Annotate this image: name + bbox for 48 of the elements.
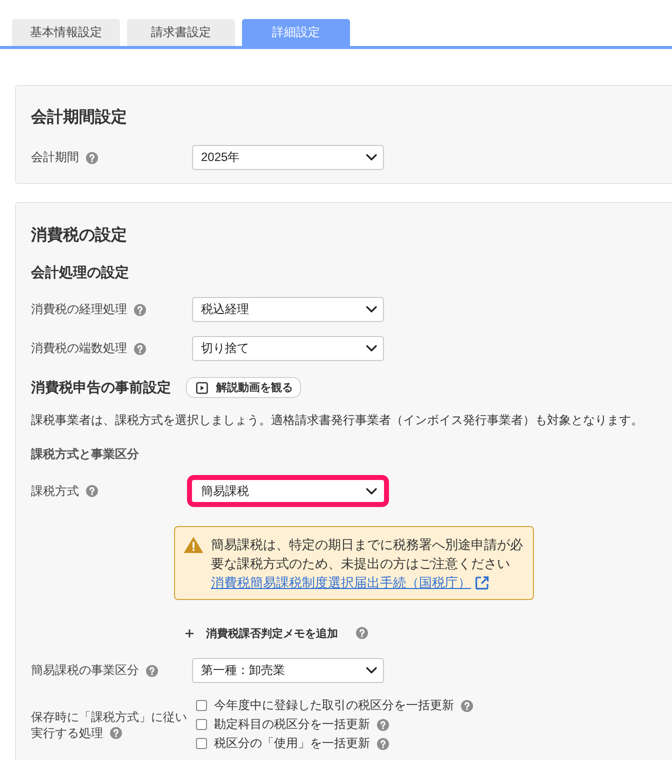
link[interactable]: 消費税簡易課税制度選択届出手続（国税庁）: [211, 573, 471, 592]
field-label: 実行する処理: [31, 724, 103, 740]
field-label: 消費税の経理処理: [31, 301, 127, 318]
dropdown[interactable]: 第一種：卸売業: [192, 658, 384, 683]
checkbox-label: 税区分の「使用」を一括更新: [214, 735, 370, 752]
dropdown[interactable]: 切り捨て: [192, 336, 384, 361]
group-label: 課税方式と事業区分: [31, 446, 139, 463]
description-text: 課税事業者は、課税方式を選択しましょう。適格請求書発行事業者（インボイス発行事業者）も対象となります。: [31, 412, 643, 429]
help-icon[interactable]: [134, 342, 146, 354]
subsection-title: 会計処理の設定: [31, 263, 129, 282]
video-button[interactable]: 解説動画を観る: [186, 377, 301, 398]
chevron-down-icon: [366, 667, 377, 674]
field-label: 会計期間: [31, 149, 79, 166]
checkbox[interactable]: [196, 738, 207, 749]
tab[interactable]: 基本情報設定: [12, 19, 120, 46]
chevron-down-icon: [366, 345, 377, 352]
help-icon[interactable]: [461, 700, 473, 712]
field-label: 保存時に「課税方式」に従い: [31, 708, 187, 724]
section-title: 会計期間設定: [31, 107, 127, 128]
checkbox[interactable]: [196, 700, 207, 711]
help-icon[interactable]: [110, 726, 122, 738]
help-icon[interactable]: [134, 304, 146, 316]
help-icon[interactable]: [377, 718, 389, 730]
checkbox-label: 今年度中に登録した取引の税区分を一括更新: [214, 697, 454, 714]
subsection-title: 消費税申告の事前設定: [31, 378, 171, 397]
chevron-down-icon: [366, 154, 377, 161]
dropdown[interactable]: 税込経理: [192, 297, 384, 322]
help-icon[interactable]: [86, 485, 98, 497]
dropdown[interactable]: 2025年: [192, 145, 384, 170]
add-memo-button[interactable]: 消費税課否判定メモを追加: [185, 626, 338, 640]
field-label: 簡易課税の事業区分: [31, 662, 139, 679]
tab[interactable]: 請求書設定: [127, 19, 235, 46]
section-title: 消費税の設定: [31, 225, 127, 246]
warning-icon: [184, 537, 203, 553]
help-icon[interactable]: [377, 738, 389, 750]
checkbox[interactable]: [196, 719, 207, 730]
help-icon[interactable]: [146, 664, 158, 676]
field-label: 消費税の端数処理: [31, 340, 127, 357]
checkbox-label: 勘定科目の税区分を一括更新: [214, 716, 370, 733]
field-label: 課税方式: [31, 482, 79, 500]
help-icon[interactable]: [86, 152, 98, 164]
play-icon: [196, 382, 208, 394]
help-icon[interactable]: [356, 627, 368, 639]
warning-text: 簡易課税は、特定の期日までに税務署へ別途申請が必要な課税方式のため、未提出の方はご注意ください: [211, 536, 524, 573]
plus-icon: [185, 628, 194, 638]
external-link-icon[interactable]: [475, 576, 489, 590]
chevron-down-icon: [366, 488, 377, 494]
chevron-down-icon: [366, 306, 377, 313]
